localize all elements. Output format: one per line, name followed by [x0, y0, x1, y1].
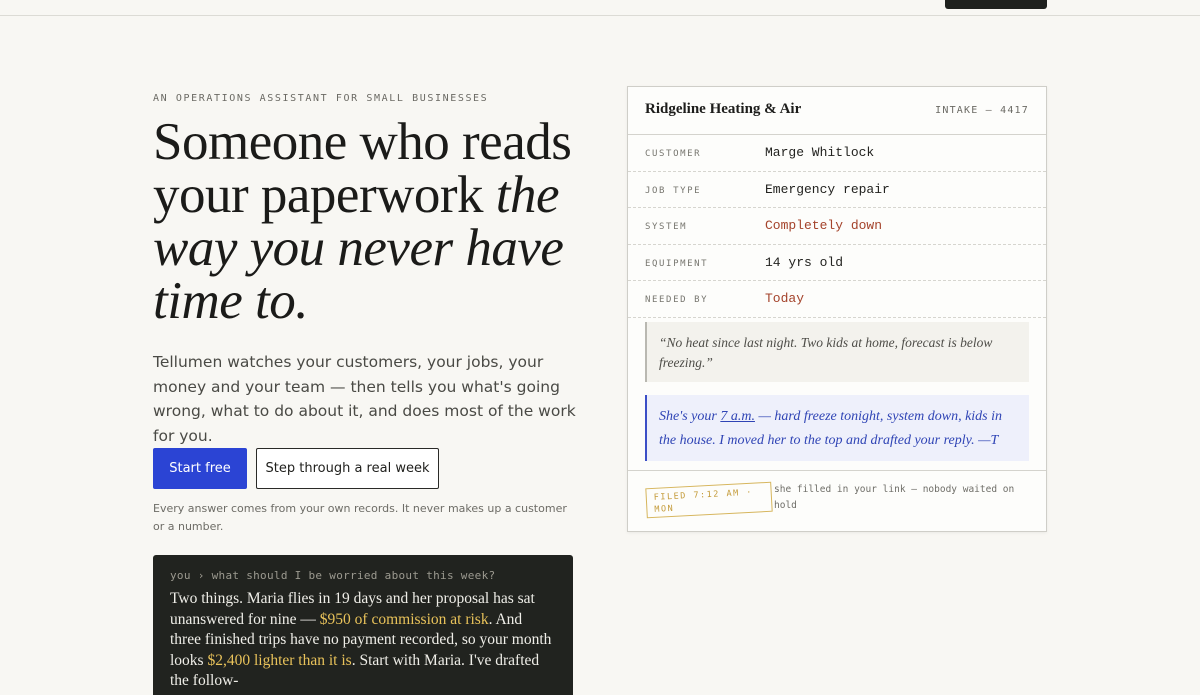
- field-value: Emergency repair: [765, 181, 890, 197]
- answer-highlight-commission: $950 of commission at risk: [319, 610, 489, 628]
- field-value: 14 yrs old: [765, 254, 844, 270]
- nav-cta-button[interactable]: [945, 0, 1047, 9]
- disclaimer-text: Every answer comes from your own records…: [153, 502, 567, 533]
- prompt-separator: ›: [197, 569, 205, 582]
- intake-id: INTAKE — 4417: [935, 105, 1029, 116]
- company-name: Ridgeline Heating & Air: [645, 101, 802, 117]
- prompt-user: you: [170, 569, 191, 582]
- field-label: JOB TYPE: [645, 185, 702, 196]
- terminal-prompt: you › what should I be worried about thi…: [170, 569, 556, 582]
- field-value-alert: Today: [765, 291, 805, 306]
- field-row-system: SYSTEM Completely down: [628, 207, 1046, 245]
- field-value: Marge Whitlock: [765, 145, 875, 160]
- field-label: EQUIPMENT: [645, 258, 709, 269]
- intake-card: Ridgeline Heating & Air INTAKE — 4417 CU…: [627, 86, 1047, 532]
- footer-note: she filled in your link — nobody waited …: [774, 484, 1015, 511]
- field-row-needed-by: NEEDED BY Today: [628, 280, 1046, 318]
- hero-subtext: Tellumen watches your customers, your jo…: [153, 353, 576, 445]
- note-time: 7 a.m.: [720, 409, 755, 424]
- hero-eyebrow: AN OPERATIONS ASSISTANT FOR SMALL BUSINE…: [153, 93, 489, 104]
- prompt-question: what should I be worried about this week…: [211, 569, 496, 582]
- field-label: CUSTOMER: [645, 149, 702, 159]
- answer-highlight-payment: $2,400 lighter than it is: [207, 651, 352, 669]
- customer-quote: “No heat since last night. Two kids at h…: [645, 322, 1029, 382]
- note-prefix: She's your: [659, 409, 721, 424]
- hero-headline: Someone who reads your paperwork the way…: [153, 116, 593, 328]
- field-row-equipment: EQUIPMENT 14 yrs old: [628, 244, 1046, 281]
- step-through-week-button[interactable]: Step through a real week: [256, 448, 439, 489]
- field-label: SYSTEM: [645, 222, 688, 232]
- field-row-customer: CUSTOMER Marge Whitlock: [628, 134, 1046, 172]
- chat-terminal: you › what should I be worried about thi…: [153, 555, 573, 695]
- field-value-alert: Completely down: [765, 218, 883, 233]
- start-free-button[interactable]: Start free: [153, 448, 247, 489]
- field-row-job-type: JOB TYPE Emergency repair: [628, 171, 1046, 208]
- intake-card-header: Ridgeline Heating & Air INTAKE — 4417: [628, 87, 1046, 135]
- field-label: NEEDED BY: [645, 295, 709, 305]
- assistant-note: She's your 7 a.m. — hard freeze tonight,…: [645, 395, 1029, 461]
- terminal-answer: Two things. Maria flies in 19 days and h…: [170, 589, 556, 692]
